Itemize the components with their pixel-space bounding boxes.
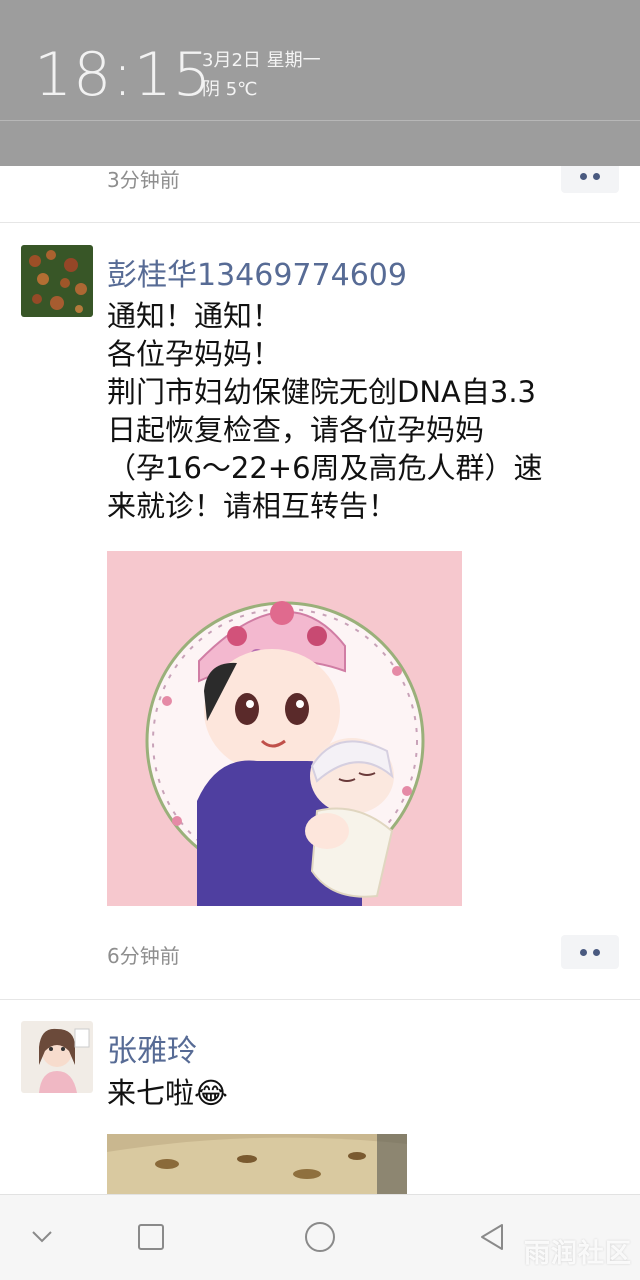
post-divider [0,222,640,223]
post-time: 3分钟前 [107,168,180,192]
post-image[interactable] [107,551,462,906]
notification-shade[interactable]: 18:15 3月2日 星期一 阴 5℃ [0,0,640,166]
post-text-line: 日起恢复检查，请各位孕妈妈 [107,413,485,447]
watermark-logo: 雨润社区 [523,1239,632,1269]
recents-icon[interactable] [131,1217,171,1257]
post-text-line: 通知！通知！ [107,299,282,333]
post-text-line: （孕16～22+6周及高危人群）速 [107,451,543,485]
avatar[interactable] [21,245,93,317]
post-text-line: 各位孕妈妈！ [107,337,282,371]
dot-icon [593,173,600,180]
post-text-line: 来七啦😂 [107,1076,228,1110]
post-image[interactable] [107,1134,407,1194]
post-divider [0,999,640,1000]
post-text: 来七啦😂 [107,1074,607,1112]
system-nav-bar: 雨润社区 [0,1194,640,1280]
moments-feed[interactable]: 3分钟前 彭桂华13469774609 通知！通知！ 各位孕妈妈！ 荆门市妇幼保… [0,0,640,1194]
shade-weather: 阴 5℃ [202,79,258,100]
shade-clock: 18:15 [34,40,212,110]
post-author[interactable]: 张雅玲 [107,1026,197,1070]
post-author[interactable]: 彭桂华13469774609 [107,250,407,294]
shade-date: 3月2日 星期一 [202,50,321,71]
back-icon[interactable] [472,1217,512,1257]
post-text-line: 来就诊！请相互转告！ [107,489,398,523]
chevron-down-icon[interactable] [22,1217,62,1257]
post-actions-button[interactable] [561,935,619,969]
dot-icon [580,949,587,956]
post-text-line: 荆门市妇幼保健院无创DNA自3.3 [107,375,536,409]
avatar[interactable] [21,1021,93,1093]
post-text: 通知！通知！ 各位孕妈妈！ 荆门市妇幼保健院无创DNA自3.3 日起恢复检查，请… [107,297,607,525]
post-time: 6分钟前 [107,944,180,968]
dot-icon [580,173,587,180]
dot-icon [593,949,600,956]
home-icon[interactable] [300,1217,340,1257]
shade-divider [0,120,640,121]
